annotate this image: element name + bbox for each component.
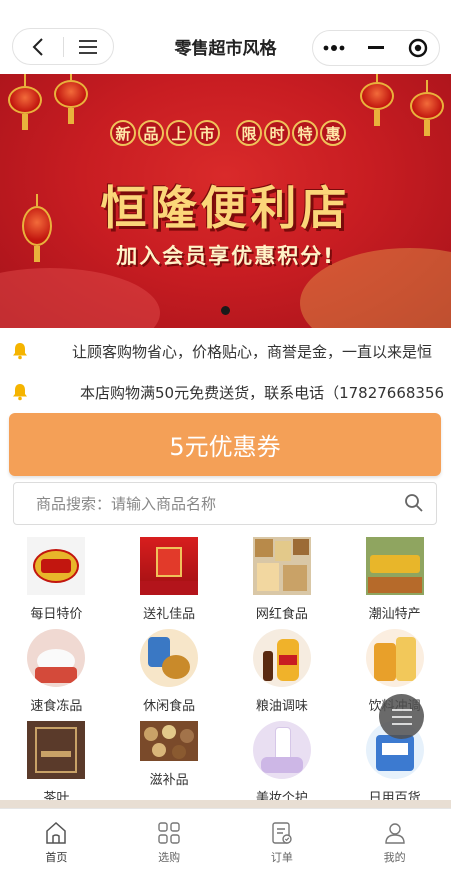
- notice-text: 本店购物满50元免费送货，联系电话（17827668356: [80, 383, 445, 402]
- cosmetics-icon: [252, 721, 311, 779]
- target-close-icon: [408, 38, 428, 58]
- banner-tag-char: 时: [264, 120, 290, 146]
- category-label: 送礼佳品: [143, 607, 196, 622]
- banner-tag-char: 上: [166, 120, 192, 146]
- tab-shop[interactable]: 选购: [113, 809, 226, 874]
- tab-profile[interactable]: 我的: [338, 809, 451, 874]
- category-item[interactable]: 休闲食品: [113, 623, 226, 715]
- order-icon: [272, 822, 292, 844]
- tag-new-arrival: 新品上市: [110, 120, 220, 146]
- category-label: 每日特价: [30, 607, 83, 622]
- top-nav-bar: 零售超市风格: [0, 0, 451, 74]
- tab-label: 选购: [158, 851, 181, 864]
- bell-icon: [13, 384, 27, 401]
- chevron-left-icon: [32, 37, 43, 56]
- minimize-button[interactable]: [356, 31, 396, 65]
- category-label: 速食冻品: [30, 699, 83, 714]
- local-specialty-icon: [365, 537, 424, 595]
- tonic-icon: [140, 721, 199, 761]
- category-label: 粮油调味: [255, 699, 308, 714]
- banner-tag-char: 惠: [320, 120, 346, 146]
- lantern-decoration: [410, 80, 444, 136]
- notice-bar[interactable]: 让顾客购物省心，价格贴心，商誉是金，一直以来是恒: [0, 330, 451, 372]
- banner-subtitle: 加入会员享优惠积分!: [116, 244, 335, 268]
- category-item[interactable]: 速食冻品: [0, 623, 113, 715]
- category-item[interactable]: 粮油调味: [226, 623, 339, 715]
- tab-label: 我的: [383, 851, 406, 864]
- banner-tag-char: 特: [292, 120, 318, 146]
- coupon-button[interactable]: 5元优惠券: [9, 413, 441, 476]
- notice-bar[interactable]: 本店购物满50元免费送货，联系电话（17827668356: [0, 371, 451, 413]
- banner-store-name: 恒隆便利店: [100, 181, 351, 235]
- grid-icon: [158, 822, 180, 844]
- home-icon: [46, 821, 67, 844]
- search-input[interactable]: [14, 483, 384, 524]
- lantern-decoration: [8, 74, 42, 130]
- category-item[interactable]: 每日特价: [0, 531, 113, 623]
- back-button[interactable]: [13, 29, 63, 64]
- banner-wave-left: [0, 268, 160, 328]
- banner-tag-char: 品: [138, 120, 164, 146]
- content-bottom-edge: [0, 800, 451, 808]
- category-item[interactable]: 潮汕特产: [338, 531, 451, 623]
- category-item[interactable]: 送礼佳品: [113, 531, 226, 623]
- floating-menu-button[interactable]: [379, 694, 424, 739]
- banner-tag-char: 限: [236, 120, 262, 146]
- leisure-snack-icon: [140, 629, 199, 687]
- hamburger-icon: [79, 39, 98, 54]
- tab-label: 首页: [45, 851, 68, 864]
- category-label: 潮汕特产: [368, 607, 421, 622]
- grain-oil-icon: [252, 629, 311, 687]
- tab-home[interactable]: 首页: [0, 809, 113, 874]
- lantern-decoration: [360, 74, 394, 126]
- close-button[interactable]: [398, 31, 438, 65]
- tab-orders[interactable]: 订单: [226, 809, 339, 874]
- beverage-icon: [365, 629, 424, 687]
- search-box[interactable]: [13, 482, 437, 525]
- category-grid: 每日特价 送礼佳品 网红食品 潮汕特产 速食冻品 休闲食品 粮油调味 茶叶 滋补…: [0, 531, 451, 807]
- promo-banner[interactable]: 新品上市 限时特惠 恒隆便利店 加入会员享优惠积分!: [0, 74, 451, 328]
- tab-label: 订单: [270, 851, 293, 864]
- coupon-label: 5元优惠券: [169, 433, 281, 461]
- search-icon[interactable]: [404, 493, 424, 513]
- minimize-icon: [368, 46, 384, 49]
- banner-tag-char: 新: [110, 120, 136, 146]
- category-label: 休闲食品: [143, 699, 196, 714]
- tag-limited-offer: 限时特惠: [236, 120, 346, 146]
- nav-capsule-right: [312, 30, 440, 66]
- frozen-food-icon: [27, 629, 86, 687]
- more-dots-icon: [323, 45, 345, 51]
- hamburger-icon: [391, 708, 412, 725]
- snack-collage-icon: [252, 537, 311, 595]
- category-label: 网红食品: [255, 607, 308, 622]
- category-label: 滋补品: [149, 773, 189, 788]
- page-title: 零售超市风格: [174, 39, 277, 59]
- nav-capsule-left: [12, 28, 114, 65]
- user-icon: [384, 823, 405, 844]
- notice-text: 让顾客购物省心，价格贴心，商誉是金，一直以来是恒: [72, 342, 433, 361]
- daily-special-icon: [27, 537, 86, 595]
- carousel-indicator-dot[interactable]: [221, 306, 230, 315]
- banner-tag-char: 市: [194, 120, 220, 146]
- gift-box-icon: [140, 537, 199, 595]
- tea-box-icon: [27, 721, 86, 779]
- category-item[interactable]: 茶叶: [0, 715, 113, 807]
- bottom-tab-bar: 首页 选购 订单 我的: [0, 808, 451, 874]
- category-item[interactable]: 滋补品: [113, 715, 226, 807]
- bell-icon: [13, 343, 27, 360]
- category-item[interactable]: 网红食品: [226, 531, 339, 623]
- banner-tags: 新品上市 限时特惠: [110, 120, 346, 146]
- lantern-decoration: [54, 74, 88, 124]
- menu-button[interactable]: [63, 29, 113, 64]
- more-button[interactable]: [314, 31, 354, 65]
- category-item[interactable]: 美妆个护: [226, 715, 339, 807]
